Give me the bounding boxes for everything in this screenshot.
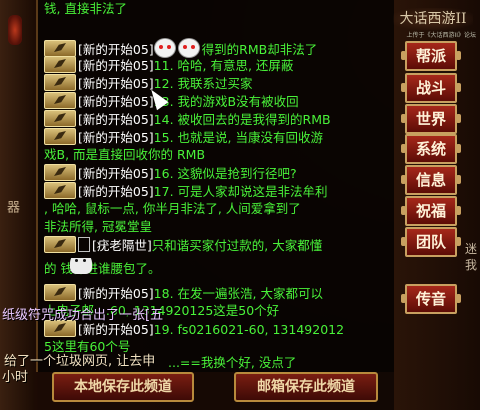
chat-line: [新的开始05]17. 可是人家却说这是非法牟利: [38, 182, 390, 201]
menu-button-whisper[interactable]: 传音: [401, 284, 461, 314]
chat-line: 非法所得, 冠冕堂皇: [38, 218, 390, 236]
channel-icon[interactable]: [44, 56, 76, 73]
game-logo: 大话西游II: [393, 8, 473, 30]
chat-text: 得到的RMB却非法了: [201, 42, 318, 57]
chat-text: 12. 我联系过买家: [153, 76, 253, 91]
player-name[interactable]: [新的开始05]: [78, 286, 154, 301]
player-name[interactable]: [疣老隔世]: [92, 238, 152, 253]
chat-text: 只和谐买家付过款的, 大家都懂: [151, 238, 323, 253]
lantern-icon: [8, 15, 22, 45]
chat-text: 钱, 直接非法了: [44, 1, 127, 16]
chat-text: 14. 被收回去的是我得到的RMB: [153, 112, 331, 127]
chat-text: 16. 这貌似是抢到行径吧?: [153, 166, 297, 181]
menu-button-info[interactable]: 信息: [401, 165, 461, 195]
chat-line: 戏B, 而是直接回收你的 RMB: [38, 146, 390, 164]
channel-icon[interactable]: [44, 128, 76, 145]
menu-button-guild[interactable]: 帮派: [401, 41, 461, 71]
system-message: 纸级符咒成功合出了一张[五: [2, 308, 164, 323]
player-name[interactable]: [新的开始05]: [78, 112, 154, 127]
chat-line: [新的开始05]14. 被收回去的是我得到的RMB: [38, 110, 390, 129]
chat-line: [新的开始05]16. 这貌似是抢到行径吧?: [38, 164, 390, 183]
player-name[interactable]: [新的开始05]: [78, 94, 154, 109]
logo-caption: 上传于《大话西游II》论坛: [406, 32, 476, 39]
channel-icon[interactable]: [44, 182, 76, 199]
menu-button-battle[interactable]: 战斗: [401, 73, 461, 103]
menu-button-world[interactable]: 世界: [401, 104, 461, 134]
system-message: 小时: [2, 370, 29, 385]
player-name[interactable]: [新的开始05]: [78, 166, 154, 181]
save-local-button[interactable]: 本地保存此频道: [52, 372, 194, 402]
chat-text: 19. fs0216021-60, 131492012: [153, 322, 345, 337]
channel-icon[interactable]: [44, 284, 76, 301]
left-scene-strip: 器: [0, 0, 34, 410]
player-name[interactable]: [新的开始05]: [78, 322, 154, 337]
chat-line: [新的开始05]15. 也就是说, 当康没有回收游: [38, 128, 390, 147]
smiley-emoji-icon: [177, 38, 200, 58]
chat-line: [疣老隔世]只和谐买家付过款的, 大家都懂: [38, 236, 390, 255]
chat-text: 戏B, 而是直接回收你的 RMB: [44, 147, 206, 162]
menu-button-system[interactable]: 系统: [401, 134, 461, 164]
player-name[interactable]: [新的开始05]: [78, 130, 154, 145]
menu-button-team[interactable]: 团队: [401, 227, 461, 257]
chat-line: [新的开始05]12. 我联系过买家: [38, 74, 390, 93]
channel-icon[interactable]: [44, 74, 76, 91]
left-scene-text: 器: [4, 200, 19, 213]
chat-line: 钱, 直接非法了: [38, 0, 390, 18]
chat-text: 17. 可是人家却说这是非法牟利: [153, 184, 328, 199]
chat-line: [新的开始05]11. 哈哈, 有意思, 还屏蔽: [38, 56, 390, 75]
channel-icon[interactable]: [44, 92, 76, 109]
player-name[interactable]: [新的开始05]: [78, 184, 154, 199]
player-name[interactable]: [新的开始05]: [78, 42, 154, 57]
player-name[interactable]: [新的开始05]: [78, 58, 154, 73]
chat-text: 18. 在发一遍张浩, 大家都可以: [153, 286, 323, 301]
smiley-emoji-icon: [153, 38, 176, 58]
chat-text: 的 钱都进谁腰包了。: [44, 261, 161, 276]
save-mail-button[interactable]: 邮箱保存此频道: [234, 372, 378, 402]
chat-text: 非法所得, 冠冕堂皇: [44, 219, 152, 234]
channel-icon[interactable]: [44, 110, 76, 127]
scene-text: 迷: [465, 242, 478, 256]
chat-text: , 哈哈, 鼠标一点, 你半月非法了, 人间爱拿到了: [44, 201, 301, 216]
chat-line: , 哈哈, 鼠标一点, 你半月非法了, 人间爱拿到了: [38, 200, 390, 218]
vip-icon: [78, 237, 90, 252]
player-name[interactable]: [新的开始05]: [78, 76, 154, 91]
channel-icon[interactable]: [44, 236, 76, 253]
chat-text: 13. 我的游戏B没有被收回: [153, 94, 299, 109]
menu-button-blessing[interactable]: 祝福: [401, 196, 461, 226]
scene-text: 我: [465, 258, 478, 272]
chat-line: 的 钱都进谁腰包了。: [38, 258, 390, 280]
chat-line: [新的开始05]18. 在发一遍张浩, 大家都可以: [38, 284, 390, 303]
ghost-emoji-icon: [70, 258, 92, 274]
chat-line: [新的开始05]13. 我的游戏B没有被收回: [38, 92, 390, 111]
channel-icon[interactable]: [44, 164, 76, 181]
chat-text: 15. 也就是说, 当康没有回收游: [153, 130, 323, 145]
channel-icon[interactable]: [44, 40, 76, 57]
chat-text: 11. 哈哈, 有意思, 还屏蔽: [153, 58, 294, 73]
